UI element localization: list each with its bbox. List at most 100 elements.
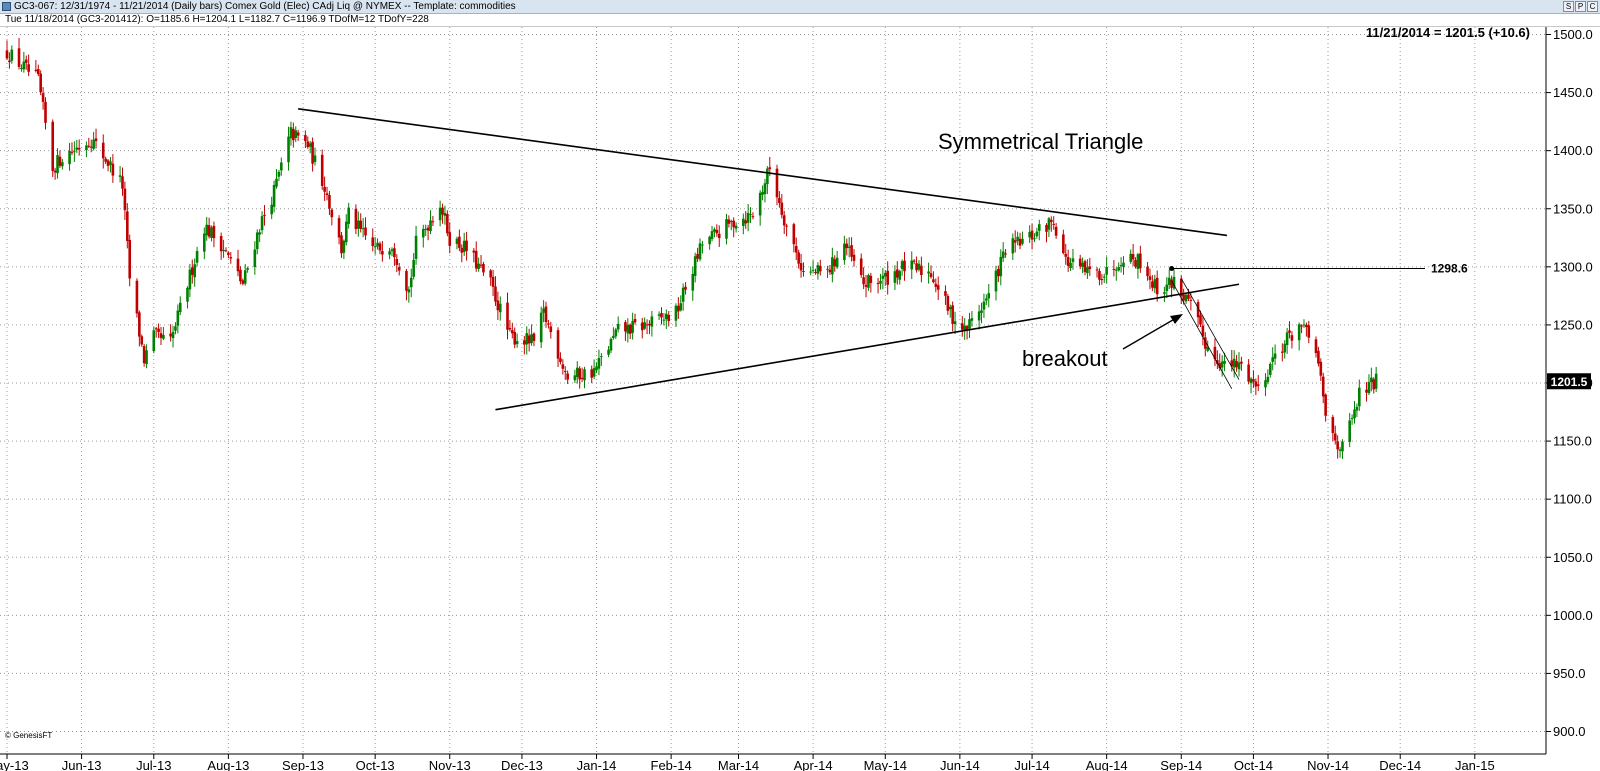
candle-body <box>405 270 408 291</box>
candle-body <box>498 303 502 313</box>
candle-body <box>862 277 865 285</box>
candle <box>1095 267 1099 278</box>
candle-body <box>845 243 849 249</box>
x-tick-label: Jun-13 <box>62 758 102 771</box>
candle <box>1131 243 1135 267</box>
c-button[interactable]: C <box>1587 1 1598 12</box>
candle-body <box>1184 294 1188 302</box>
candle <box>10 45 14 64</box>
candle-body <box>207 225 211 237</box>
candle-body <box>101 142 105 159</box>
candle-body <box>1021 238 1024 244</box>
candle <box>845 238 849 256</box>
candle <box>361 218 365 238</box>
candle-body <box>1081 262 1084 267</box>
candle <box>162 326 165 341</box>
candle <box>236 249 240 277</box>
candle-body <box>900 261 904 269</box>
candle-body <box>1170 279 1173 288</box>
p-button[interactable]: P <box>1575 1 1586 12</box>
candle <box>1290 331 1294 349</box>
candle <box>549 321 553 339</box>
candle-body <box>1268 363 1272 375</box>
candle <box>1129 249 1133 264</box>
candle-body <box>1237 362 1241 370</box>
candle-body <box>782 215 786 226</box>
candle <box>677 297 680 319</box>
candle <box>934 278 938 293</box>
candle-body <box>1129 253 1133 262</box>
candle-body <box>802 270 805 272</box>
candle-body <box>573 375 577 381</box>
candle <box>296 129 300 141</box>
candle-body <box>241 280 245 284</box>
candle-body <box>190 267 194 275</box>
candle-body <box>378 243 382 251</box>
candle <box>1030 223 1034 250</box>
candle-body <box>395 258 399 265</box>
candle-body <box>10 49 14 61</box>
s-button[interactable]: S <box>1563 1 1574 12</box>
candle-body <box>446 213 449 234</box>
candle-body <box>831 257 834 275</box>
candle-body <box>376 242 379 247</box>
candle <box>657 311 661 320</box>
x-tick-label: Apr-14 <box>794 758 833 771</box>
candle-body <box>932 279 935 283</box>
candle <box>1264 373 1267 397</box>
candle-body <box>479 264 483 266</box>
candle <box>1302 319 1306 328</box>
candle <box>1165 277 1169 299</box>
candle <box>186 286 189 309</box>
candle-body <box>109 161 112 165</box>
candle <box>1331 414 1335 442</box>
candle-body <box>633 319 637 323</box>
candle <box>1163 286 1166 303</box>
candle <box>662 313 666 326</box>
candle <box>763 178 767 203</box>
app-icon <box>2 2 11 11</box>
candle-body <box>746 212 750 223</box>
candle-body <box>1131 254 1135 260</box>
candle <box>85 141 88 158</box>
candle-body <box>70 151 74 153</box>
candle-body <box>977 311 981 321</box>
candle-body <box>1220 361 1224 368</box>
candle <box>426 224 430 241</box>
candle <box>869 272 873 293</box>
candle <box>337 215 341 245</box>
candle-body <box>474 250 478 269</box>
candle-body <box>814 271 817 273</box>
candle <box>1350 414 1354 425</box>
candles <box>5 37 1378 460</box>
candle <box>51 119 55 178</box>
candle <box>429 210 432 235</box>
candle-body <box>135 280 139 314</box>
candle-body <box>850 245 853 257</box>
breakout-label: breakout <box>1022 346 1108 371</box>
candle-body <box>34 69 38 71</box>
candle-body <box>441 207 444 215</box>
candle-body <box>539 312 543 343</box>
breakout-arrow-shaft <box>1122 316 1179 350</box>
candle-body <box>734 225 738 229</box>
candle <box>1321 372 1325 404</box>
candle-body <box>847 246 851 248</box>
candle <box>982 293 986 318</box>
x-tick-label: Dec-14 <box>1379 758 1421 771</box>
candle <box>717 225 721 247</box>
candle <box>123 181 127 220</box>
candle-body <box>22 61 26 70</box>
candle-body <box>1001 251 1005 259</box>
candle-body <box>361 228 365 230</box>
candle-body <box>359 220 363 229</box>
candle <box>376 238 379 250</box>
candle-body <box>203 233 206 252</box>
candle-body <box>354 208 358 230</box>
price-chart[interactable]: 1500.01450.01400.01350.01300.01250.01200… <box>0 27 1600 771</box>
candle <box>701 240 704 254</box>
candle-body <box>1071 258 1075 262</box>
x-tick-label: May-13 <box>0 758 29 771</box>
candle-body <box>929 273 933 278</box>
candle-body <box>994 270 998 292</box>
